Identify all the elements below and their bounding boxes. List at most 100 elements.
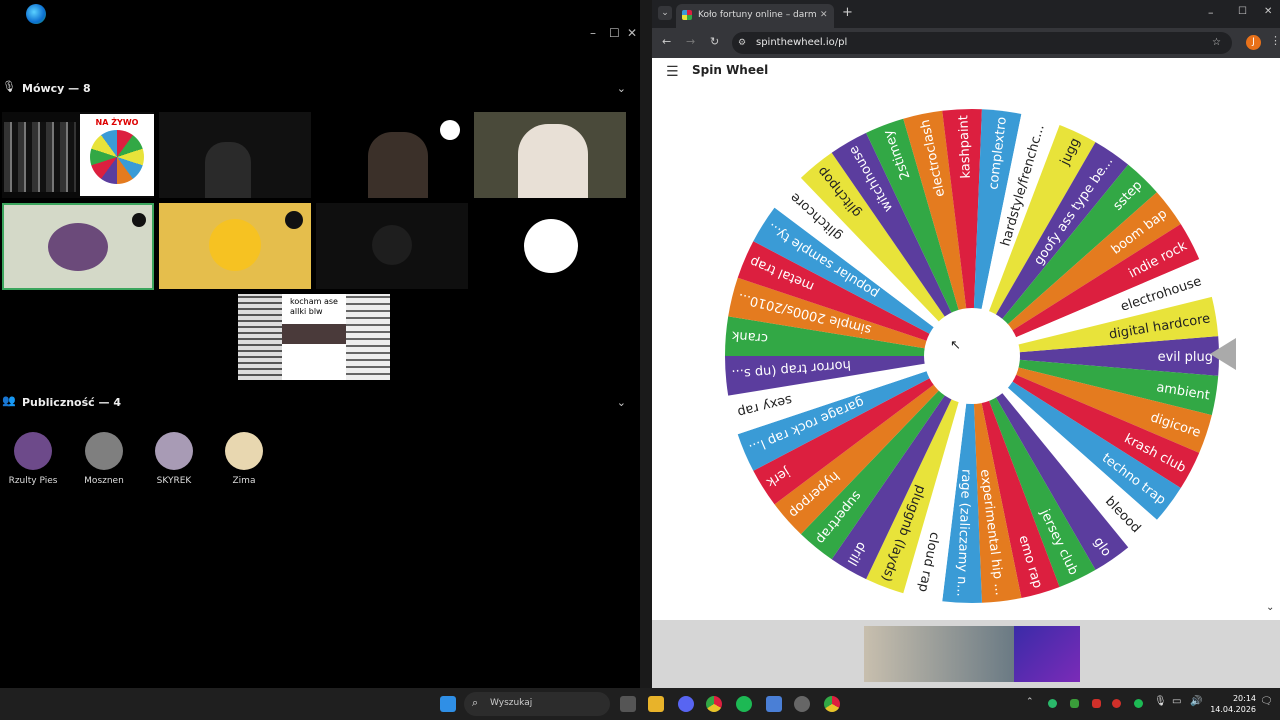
audience-name: Mosznen bbox=[84, 476, 124, 486]
audience-member[interactable]: Mosznen bbox=[74, 432, 134, 486]
avatar bbox=[48, 223, 108, 271]
tab-search-icon[interactable]: ⌄ bbox=[658, 6, 672, 20]
avatar bbox=[85, 432, 123, 470]
page-content: ☰ Spin Wheel evil plug ambient digicore kra… bbox=[652, 58, 1280, 620]
start-icon[interactable] bbox=[440, 696, 456, 712]
speaker-tile-cam-3[interactable] bbox=[474, 112, 626, 198]
microphone-icon[interactable]: 🎙 bbox=[1154, 696, 1167, 707]
browser-window: ⌄ Koło fortuny online – darm ✕ + – ☐ ✕ ←… bbox=[652, 0, 1280, 688]
audience-member[interactable]: SKYREK bbox=[144, 432, 204, 486]
avatar bbox=[209, 219, 261, 271]
tray-icon[interactable] bbox=[1048, 699, 1057, 708]
avatar bbox=[14, 432, 52, 470]
webcam-person bbox=[368, 132, 428, 198]
server-badge-icon bbox=[285, 211, 303, 229]
edge-app-icon[interactable] bbox=[26, 4, 46, 24]
tab-close-icon[interactable]: ✕ bbox=[820, 4, 828, 26]
volume-icon[interactable]: 🔊 bbox=[1190, 696, 1202, 707]
stream-wheel-thumb: NA ŻYWO bbox=[80, 114, 154, 196]
file-explorer-icon[interactable] bbox=[648, 696, 664, 712]
new-tab-icon[interactable]: + bbox=[842, 5, 853, 20]
speakers-section-title: Mówcy — 8 bbox=[22, 82, 91, 95]
speaker-tile-dark[interactable] bbox=[316, 203, 468, 289]
avatar bbox=[372, 225, 412, 265]
mouse-cursor-icon: ↖ bbox=[950, 338, 961, 353]
tray-icon[interactable] bbox=[1092, 699, 1101, 708]
profile-avatar[interactable]: J bbox=[1246, 35, 1261, 50]
discord-icon[interactable] bbox=[678, 696, 694, 712]
tray-icon[interactable] bbox=[1070, 699, 1079, 708]
taskbar-search[interactable]: ⌕ Wyszukaj bbox=[464, 692, 610, 716]
address-bar[interactable]: ⚙ spinthewheel.io/pl ☆ bbox=[732, 32, 1232, 54]
overlay-banner bbox=[282, 324, 346, 344]
window-gap bbox=[640, 0, 652, 688]
wheel-center-button[interactable] bbox=[924, 308, 1020, 404]
audience-name: Rzulty Pies bbox=[8, 476, 58, 486]
bookmark-star-icon[interactable]: ☆ bbox=[1212, 32, 1221, 54]
notifications-icon[interactable]: 🗨 bbox=[1260, 696, 1273, 707]
audience-section-title: Publiczność — 4 bbox=[22, 396, 121, 409]
speaker-tile-manga[interactable]: kocham ase allki blw bbox=[238, 294, 390, 380]
favicon-icon bbox=[682, 10, 692, 20]
speaker-tile-logo[interactable] bbox=[474, 203, 626, 289]
chevron-down-icon[interactable]: ⌄ bbox=[617, 82, 626, 95]
maximize-icon[interactable]: ☐ bbox=[609, 26, 620, 40]
chevron-up-icon[interactable]: ⌃ bbox=[1026, 697, 1034, 707]
scroll-down-icon[interactable]: ⌄ bbox=[1266, 602, 1274, 613]
ad-image[interactable] bbox=[864, 626, 1014, 682]
chevron-down-icon[interactable]: ⌄ bbox=[617, 396, 626, 409]
tray-icon[interactable] bbox=[1112, 699, 1121, 708]
wheel-label: kashpaint bbox=[956, 115, 974, 179]
speaker-tile-cam-2[interactable] bbox=[316, 112, 468, 198]
speaker-tile-emoji[interactable] bbox=[159, 203, 311, 289]
minimize-icon[interactable]: – bbox=[1208, 6, 1214, 19]
reload-icon[interactable]: ↻ bbox=[710, 35, 719, 48]
tab-bar: ⌄ Koło fortuny online – darm ✕ + – ☐ ✕ bbox=[652, 0, 1280, 28]
back-icon[interactable]: ← bbox=[662, 35, 671, 48]
ad-image[interactable] bbox=[1014, 626, 1080, 682]
task-view-icon[interactable] bbox=[620, 696, 636, 712]
wheel-label: crank bbox=[731, 328, 769, 346]
manga-text-panel: kocham ase allki blw bbox=[282, 294, 346, 380]
speaker-tile-cam-1[interactable] bbox=[159, 112, 311, 198]
speaker-tile-active[interactable] bbox=[2, 203, 154, 290]
site-info-icon[interactable]: ⚙ bbox=[738, 32, 746, 54]
hamburger-menu-icon[interactable]: ☰ bbox=[666, 64, 679, 80]
microphone-icon: 🎙 bbox=[2, 80, 16, 93]
clock[interactable]: 20:14 14.04.2026 bbox=[1208, 693, 1256, 715]
webcam-person bbox=[205, 142, 251, 198]
server-badge-icon bbox=[440, 120, 460, 140]
voice-channel-window: – ☐ ✕ 🎙 Mówcy — 8 ⌄ NA ŻYWO kocham ase a… bbox=[0, 0, 640, 688]
close-icon[interactable]: ✕ bbox=[627, 26, 637, 40]
avatar bbox=[225, 432, 263, 470]
notepad-icon[interactable] bbox=[766, 696, 782, 712]
menu-dots-icon[interactable]: ⋮ bbox=[1270, 34, 1280, 47]
audience-name: SKYREK bbox=[156, 476, 192, 486]
forward-icon[interactable]: → bbox=[686, 35, 695, 48]
chrome-icon[interactable] bbox=[706, 696, 722, 712]
taskbar: ⌕ Wyszukaj ⌃ 🎙 ▭ 🔊 20:14 14.04.2026 🗨 bbox=[0, 688, 1280, 720]
spin-wheel[interactable]: evil plugambientdigicorekrash clubtechno… bbox=[722, 106, 1222, 606]
search-placeholder: Wyszukaj bbox=[490, 698, 533, 708]
clock-date: 14.04.2026 bbox=[1210, 705, 1256, 714]
maximize-icon[interactable]: ☐ bbox=[1238, 6, 1247, 17]
ad-banner-area bbox=[652, 620, 1280, 688]
manga-panel bbox=[346, 294, 390, 380]
minimize-icon[interactable]: – bbox=[590, 26, 596, 40]
audience-member[interactable]: Zima bbox=[214, 432, 274, 486]
toolbar: ← → ↻ ⚙ spinthewheel.io/pl ☆ J ⋮ bbox=[652, 28, 1280, 58]
server-badge-icon bbox=[132, 213, 146, 227]
chrome-icon[interactable] bbox=[824, 696, 840, 712]
site-logo[interactable]: Spin Wheel bbox=[692, 63, 768, 77]
clock-time: 20:14 bbox=[1232, 694, 1256, 703]
tab-title: Koło fortuny online – darm bbox=[698, 10, 816, 20]
spotify-icon[interactable] bbox=[736, 696, 752, 712]
app-icon[interactable] bbox=[794, 696, 810, 712]
close-icon[interactable]: ✕ bbox=[1264, 6, 1272, 17]
tray-icon[interactable] bbox=[1134, 699, 1143, 708]
tab-active[interactable]: Koło fortuny online – darm ✕ bbox=[676, 4, 834, 28]
manga-panel bbox=[238, 294, 282, 380]
audience-member[interactable]: Rzulty Pies bbox=[3, 432, 63, 486]
speaker-tile-stream[interactable]: NA ŻYWO bbox=[2, 112, 154, 198]
network-icon[interactable]: ▭ bbox=[1172, 696, 1181, 707]
